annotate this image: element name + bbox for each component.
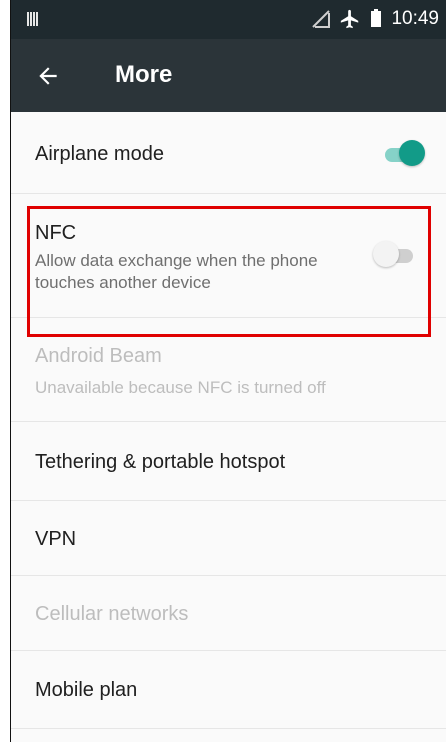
no-sim-icon <box>312 10 331 28</box>
tethering-row[interactable]: Tethering & portable hotspot <box>11 422 446 501</box>
signal-bars-icon <box>27 12 41 26</box>
vpn-title: VPN <box>35 528 77 550</box>
toolbar: More <box>11 39 446 112</box>
airplane-mode-row[interactable]: Airplane mode <box>11 112 446 194</box>
tethering-title: Tethering & portable hotspot <box>35 451 286 473</box>
status-time: 10:49 <box>391 8 439 29</box>
status-bar: 10:49 <box>11 0 446 39</box>
android-beam-title: Android Beam <box>35 345 162 367</box>
battery-icon <box>371 9 382 27</box>
android-beam-summary: Unavailable because NFC is turned off <box>35 378 326 397</box>
phone-screen: 10:49 More Airplane mode NFC Allow data … <box>10 0 446 742</box>
back-arrow-icon <box>39 67 57 85</box>
airplane-icon <box>341 9 359 29</box>
cellular-networks-row: Cellular networks <box>11 576 446 651</box>
status-right: 10:49 <box>311 8 439 30</box>
mobile-plan-row[interactable]: Mobile plan <box>11 651 446 729</box>
page-title: More <box>115 61 173 88</box>
cellular-networks-title: Cellular networks <box>35 603 189 625</box>
back-button[interactable] <box>29 57 67 95</box>
airplane-mode-toggle[interactable] <box>381 140 425 168</box>
mobile-plan-title: Mobile plan <box>35 679 138 701</box>
vpn-row[interactable]: VPN <box>11 501 446 576</box>
toggle-thumb <box>399 140 425 166</box>
nfc-highlight-box <box>27 206 431 337</box>
airplane-mode-title: Airplane mode <box>35 143 164 165</box>
